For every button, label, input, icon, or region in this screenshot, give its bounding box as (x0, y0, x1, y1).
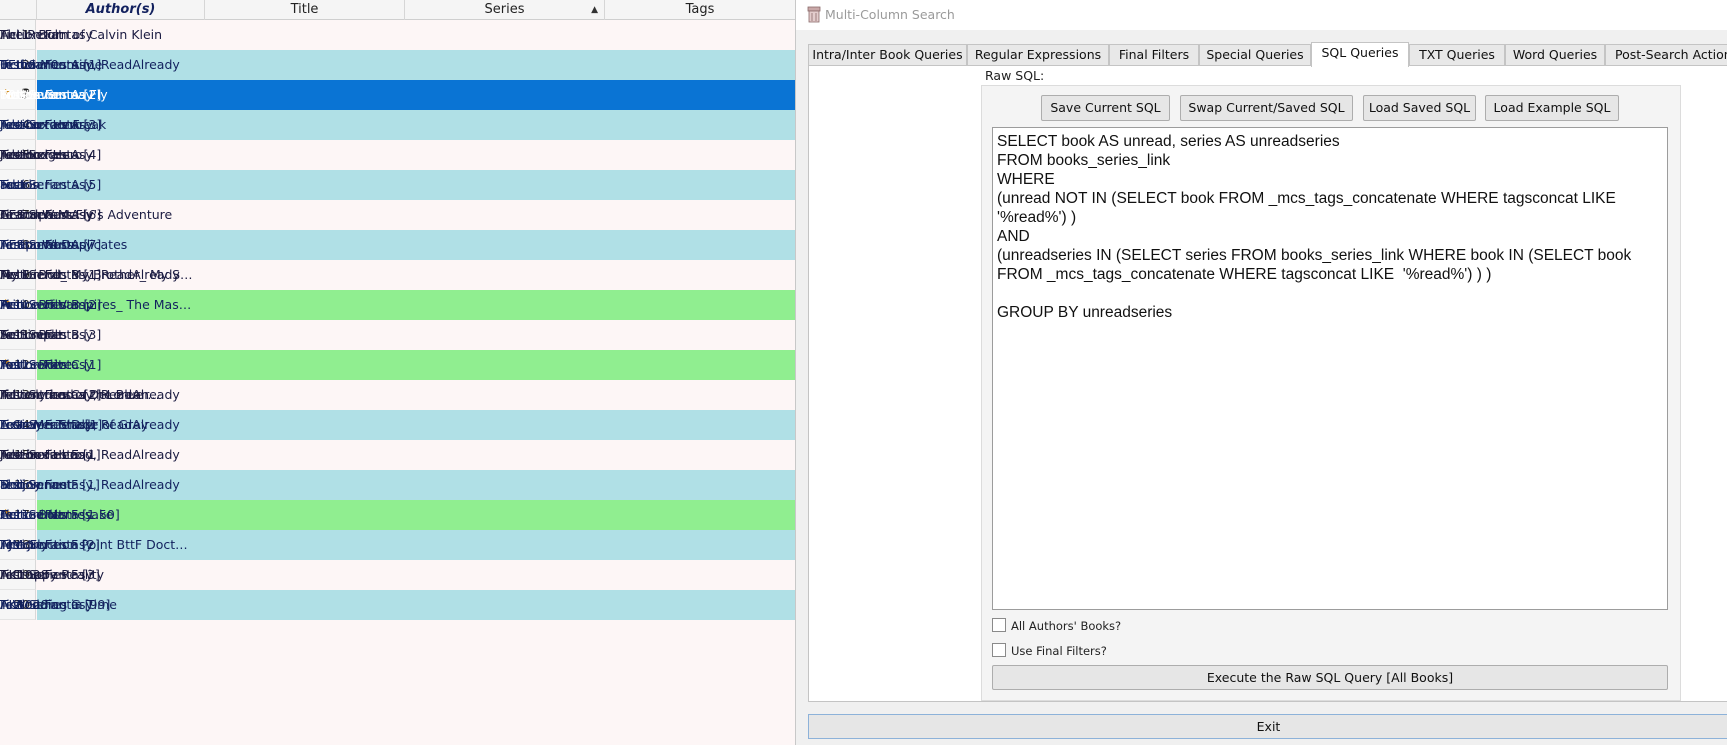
app-icon (807, 6, 821, 23)
tags-cell: Fiction:Fantasy, ReadAlready (0, 387, 180, 402)
tags-cell: Fiction:Fantasy (0, 597, 93, 612)
table-row[interactable]: 11 Ael L. Bolt So Simple Test Series B [3] F… (0, 320, 795, 350)
tab-intra-inter-book-queries[interactable]: Intra/Inter Book Queries (808, 44, 967, 66)
tab-post-search-actions[interactable]: Post-Search Actions (1605, 44, 1727, 66)
sql-group-box: Save Current SQL Swap Current/Saved SQL … (981, 85, 1681, 701)
column-header-tags[interactable]: Tags (605, 0, 795, 20)
table-row[interactable]: 12 Ael L. Bolt You're Alive Test Series C [… (0, 350, 795, 380)
table-row[interactable]: 16 ahiijny Doc Sonnet Test Series F [1] Fict… (0, 470, 795, 500)
save-current-sql-button[interactable]: Save Current SQL (1041, 95, 1170, 121)
load-saved-sql-button[interactable]: Load Saved SQL (1363, 95, 1476, 121)
table-row[interactable]: 15 Ace in da hood Jukebox Hero Test Series … (0, 440, 795, 470)
raw-sql-editor[interactable]: SELECT book AS unread, series AS unreads… (992, 127, 1668, 610)
table-row[interactable]: 2 0Enidan0 In the Meantime Test Series A [1… (0, 50, 795, 80)
tags-cell: Fiction:Fantasy, ReadAlready (0, 57, 180, 72)
exit-button[interactable]: Exit (808, 714, 1727, 739)
raw-sql-label: Raw SQL: (985, 68, 1045, 83)
swap-current-saved-sql-button[interactable]: Swap Current/Saved SQL (1180, 95, 1353, 121)
tags-cell: Fiction:Fantasy (0, 567, 93, 582)
table-row[interactable]: 7 AEStarWars Grandpa McFly's Adventure Test… (0, 200, 795, 230)
tab-regular-expressions[interactable]: Regular Expressions (967, 44, 1109, 66)
tab-sql-queries[interactable]: SQL Queries (1311, 42, 1409, 67)
row-number-header (0, 0, 37, 20)
list-header: Author(s) Title Series ▲ Tags (0, 0, 795, 20)
tags-cell: Fiction:Fantasy (0, 537, 93, 552)
column-header-series-label: Series (484, 2, 525, 17)
tab-bar: Intra/Inter Book Queries Regular Express… (808, 42, 1727, 67)
multi-column-search-dialog: Multi-Column Search Intra/Inter Book Que… (795, 0, 1727, 745)
table-row[interactable]: 3 80'sLover Time's Gunna Fly Test Series A … (0, 80, 795, 110)
column-header-title[interactable]: Title (205, 0, 405, 20)
sort-ascending-icon: ▲ (591, 5, 598, 15)
tags-cell: Fiction:Fantasy (0, 237, 93, 252)
execute-raw-sql-button[interactable]: Execute the Raw SQL Query [All Books] (992, 665, 1668, 690)
tags-cell: Fiction:Fantasy, ReadAlready (0, 477, 180, 492)
tags-cell: Fiction:Fantasy, ReadAlready (0, 417, 180, 432)
book-list[interactable]: Author(s) Title Series ▲ Tags 1 Ael L. Bo… (0, 0, 795, 745)
tab-special-queries[interactable]: Special Queries (1199, 44, 1311, 66)
table-row[interactable]: 18 AJMcFly The Junction Point BttF Doctor … (0, 530, 795, 560)
tags-cell: Fiction:Fantasy (0, 327, 93, 342)
tags-cell: Fiction:Fantasy (0, 87, 93, 102)
table-row[interactable]: 9 Ael L. Bolt My Friend_ My Brother_ My So… (0, 260, 795, 290)
tags-cell: Fiction:Fantasy, ReadAlready (0, 447, 180, 462)
tags-cell: Fiction:Fantasy (0, 507, 93, 522)
all-authors-books-checkbox[interactable] (992, 618, 1006, 632)
tags-cell: Fiction:Fantasy (0, 147, 93, 162)
table-row[interactable]: 13 Adventures of the Blue Car If I only ha… (0, 380, 795, 410)
dialog-title: Multi-Column Search (825, 7, 955, 22)
table-row[interactable]: 8 AEStarWars Temporal Duplicates Test Serie… (0, 230, 795, 260)
tab-final-filters[interactable]: Final Filters (1109, 44, 1199, 66)
tags-cell: Fiction:Fantasy (0, 117, 93, 132)
tab-word-queries[interactable]: Word Queries (1505, 44, 1605, 66)
table-row[interactable]: 1 Ael L. Bolt The Return of Calvin Klein Fi… (0, 20, 795, 50)
table-row[interactable]: 10 Ael L. Bolt Prince of Vampires_ The Mas… (0, 290, 795, 320)
tags-cell: Fiction:Fantasy (0, 357, 93, 372)
sql-queries-pane: Raw SQL: Save Current SQL Swap Current/S… (808, 65, 1727, 702)
tab-txt-queries[interactable]: TXT Queries (1409, 44, 1505, 66)
table-row[interactable]: 6 adaris Fact Test Series A [5] Fiction:Fant… (0, 170, 795, 200)
tags-cell: Fiction:Fantasy (0, 297, 93, 312)
load-example-sql-button[interactable]: Load Example SQL (1485, 95, 1619, 121)
table-row[interactable]: 4 AceCartoonFreak Jukebox Hero Test Series … (0, 110, 795, 140)
use-final-filters-checkbox[interactable] (992, 643, 1006, 657)
column-header-authors[interactable]: Author(s) (37, 0, 205, 20)
tags-cell: Fiction:Fantasy, ReadAlready (0, 267, 180, 282)
column-header-series[interactable]: Series ▲ (405, 0, 605, 20)
all-authors-books-label: All Authors' Books? (1011, 619, 1122, 633)
table-row[interactable]: 20 AK1028 A Wedding in Time Test Series G [… (0, 590, 795, 620)
table-row[interactable]: 17 Ael L. Bolt Cursed Namesake Test Series … (0, 500, 795, 530)
table-row[interactable]: 5 AceHodges Jukebox Hero Test Series A [4] F… (0, 140, 795, 170)
tags-cell: Fiction:Fantasy (0, 27, 93, 42)
dialog-titlebar[interactable]: Multi-Column Search (796, 0, 1727, 30)
use-final-filters-label: Use Final Filters? (1011, 644, 1107, 658)
tags-cell: Fiction:Fantasy (0, 207, 93, 222)
table-row[interactable]: 14 Love Me Tender A Grayer Shade of Gray Te… (0, 410, 795, 440)
tags-cell: Fiction:Fantasy (0, 177, 93, 192)
table-row[interactable]: 19 AK1028 A Crappy Reality Test Series F [3… (0, 560, 795, 590)
